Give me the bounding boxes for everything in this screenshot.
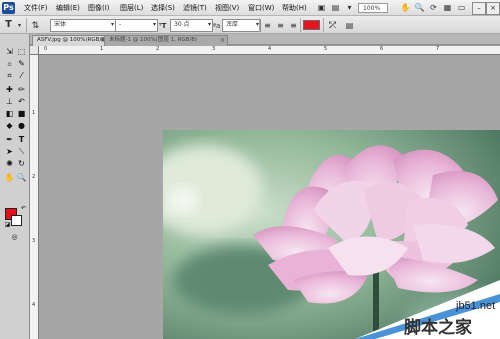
separator [26, 18, 27, 32]
warp-text-icon[interactable]: ⤱ [327, 20, 338, 31]
text-orientation-icon[interactable]: ⇅ [30, 20, 41, 31]
3d-rotate-icon[interactable]: ✺ [4, 159, 15, 169]
quick-selection-icon[interactable]: ✎ [16, 59, 27, 69]
ruler-origin[interactable] [30, 46, 39, 55]
healing-brush-icon[interactable]: ✚ [4, 85, 15, 95]
toolbox: ⇲ ⬚ ဝ ✎ ⌗ ⁄ ✚ ✏ ⊥ ↶ ◧ ■ ◆ ● ✒ T ➤ ⟍ ✺ ↻ … [0, 34, 30, 339]
align-right-icon[interactable]: ≡ [288, 20, 299, 31]
marquee-tool-icon[interactable]: ⬚ [16, 47, 27, 57]
bokeh-light [168, 186, 198, 214]
document-tab-inactive[interactable]: 未标题-1 @ 100%(图层 1, RGB/8) × [104, 35, 228, 46]
align-center-icon[interactable]: ≡ [275, 20, 286, 31]
menu-image[interactable]: 图像(I) [88, 3, 110, 13]
ruler-label: 2 [156, 46, 160, 52]
type-tool-icon[interactable]: T [16, 135, 27, 145]
3d-camera-icon[interactable]: ↻ [16, 159, 27, 169]
menu-select[interactable]: 选择(S) [151, 3, 175, 13]
menu-view[interactable]: 视图(V) [215, 3, 239, 13]
menu-help[interactable]: 帮助(H) [282, 3, 307, 13]
font-size-select[interactable]: 30 点 ▾ [170, 19, 213, 32]
minibridge-icon[interactable]: ▤ [330, 2, 341, 13]
tab-label: ASFV.jpg @ 100%(RGB/8) [37, 37, 107, 43]
history-brush-icon[interactable]: ↶ [16, 97, 27, 107]
align-left-icon[interactable]: ≡ [262, 20, 273, 31]
zoom-tool-icon[interactable]: 🔍 [414, 2, 425, 13]
ruler-label: 4 [32, 302, 36, 308]
menu-edit[interactable]: 编辑(E) [56, 3, 80, 13]
preset-dropdown-icon[interactable]: ▾ [14, 20, 25, 31]
blur-tool-icon[interactable]: ◆ [4, 121, 15, 131]
font-family-value: 宋体 [54, 21, 67, 28]
clone-stamp-icon[interactable]: ⊥ [4, 97, 15, 107]
lasso-tool-icon[interactable]: ဝ [4, 59, 15, 69]
character-panel-icon[interactable]: ▤ [344, 20, 355, 31]
ruler-label: 2 [32, 174, 36, 180]
shape-tool-icon[interactable]: ⟍ [16, 147, 27, 157]
hand-tool-icon[interactable]: ✋ [4, 173, 15, 183]
ruler-label: 5 [324, 46, 328, 52]
ruler-label: 3 [32, 238, 36, 244]
options-bar: T ▾ ⇅ 宋体 ▾ - ▾ ᵀT 30 点 ▾ ªa 浑厚 ▾ ≡ ≡ ≡ ⤱… [0, 16, 500, 34]
brush-tool-icon[interactable]: ✏ [16, 85, 27, 95]
font-size-icon: ᵀT [158, 21, 167, 30]
antialias-select[interactable]: 浑厚 ▾ [222, 19, 261, 32]
menu-window[interactable]: 窗口(W) [248, 3, 274, 13]
path-selection-icon[interactable]: ➤ [4, 147, 15, 157]
ruler-label: 6 [380, 46, 384, 52]
photoshop-logo: Ps [2, 2, 15, 14]
swap-colors-icon[interactable]: ↶ [18, 204, 29, 214]
ruler-label: 1 [32, 110, 36, 116]
move-tool-icon[interactable]: ⇲ [4, 47, 15, 57]
font-style-select[interactable]: - ▾ [115, 19, 158, 32]
menu-layer[interactable]: 图层(L) [120, 3, 143, 13]
text-color-swatch[interactable] [303, 20, 320, 30]
antialias-value: 浑厚 [226, 21, 239, 28]
dodge-tool-icon[interactable]: ● [16, 121, 27, 131]
crop-tool-icon[interactable]: ⌗ [4, 71, 15, 81]
chevron-down-icon: ▾ [152, 21, 156, 28]
zoom-level-field[interactable]: 100% [358, 3, 388, 13]
watermark-url: jb51.net [456, 300, 496, 312]
ruler-label: 3 [212, 46, 216, 52]
extras-dropdown-icon[interactable]: ▾ [344, 2, 355, 13]
text-tool-preset-icon[interactable]: T [3, 19, 14, 30]
document-tab-active[interactable]: ASFV.jpg @ 100%(RGB/8) × [32, 35, 108, 46]
close-icon[interactable]: × [220, 36, 225, 45]
separator [300, 18, 301, 32]
document-tab-bar: ASFV.jpg @ 100%(RGB/8) × 未标题-1 @ 100%(图层… [30, 34, 500, 46]
font-size-value: 30 点 [174, 21, 190, 28]
minimize-button[interactable]: – [472, 2, 486, 15]
ruler-label: 7 [436, 46, 440, 52]
ruler-horizontal: 0 1 2 3 4 5 6 7 [30, 46, 500, 55]
menu-file[interactable]: 文件(F) [24, 3, 48, 13]
chevron-down-icon: ▾ [110, 21, 114, 28]
ruler-label: 4 [268, 46, 272, 52]
menu-filter[interactable]: 滤镜(T) [183, 3, 207, 13]
watermark-site-name: 脚本之家 [404, 318, 472, 338]
arrange-documents-icon[interactable]: ▦ [442, 2, 453, 13]
screen-mode-icon[interactable]: ▭ [456, 2, 467, 13]
rotate-view-icon[interactable]: ⟳ [428, 2, 439, 13]
hand-tool-icon[interactable]: ✋ [400, 2, 411, 13]
eraser-tool-icon[interactable]: ◧ [4, 109, 15, 119]
ruler-vertical: 1 2 3 4 [30, 46, 39, 339]
separator [259, 18, 260, 32]
font-family-select[interactable]: 宋体 ▾ [50, 19, 116, 32]
close-button[interactable]: × [486, 2, 500, 15]
pen-tool-icon[interactable]: ✒ [4, 135, 15, 145]
quick-mask-icon[interactable]: ◎ [9, 232, 20, 242]
tab-label: 未标题-1 @ 100%(图层 1, RGB/8) [109, 37, 197, 43]
zoom-tool-icon[interactable]: 🔍 [16, 173, 27, 183]
antialias-icon: ªa [212, 21, 221, 30]
default-colors-icon[interactable]: ◪ [2, 220, 13, 230]
ruler-label: 1 [100, 46, 104, 52]
eyedropper-icon[interactable]: ⁄ [16, 71, 27, 81]
bridge-icon[interactable]: ▣ [316, 2, 327, 13]
font-style-value: - [119, 21, 122, 28]
ruler-label: 0 [44, 46, 48, 52]
menu-bar: Ps 文件(F) 编辑(E) 图像(I) 图层(L) 选择(S) 滤镜(T) 视… [0, 0, 500, 16]
gradient-tool-icon[interactable]: ■ [16, 109, 27, 119]
separator [323, 18, 324, 32]
